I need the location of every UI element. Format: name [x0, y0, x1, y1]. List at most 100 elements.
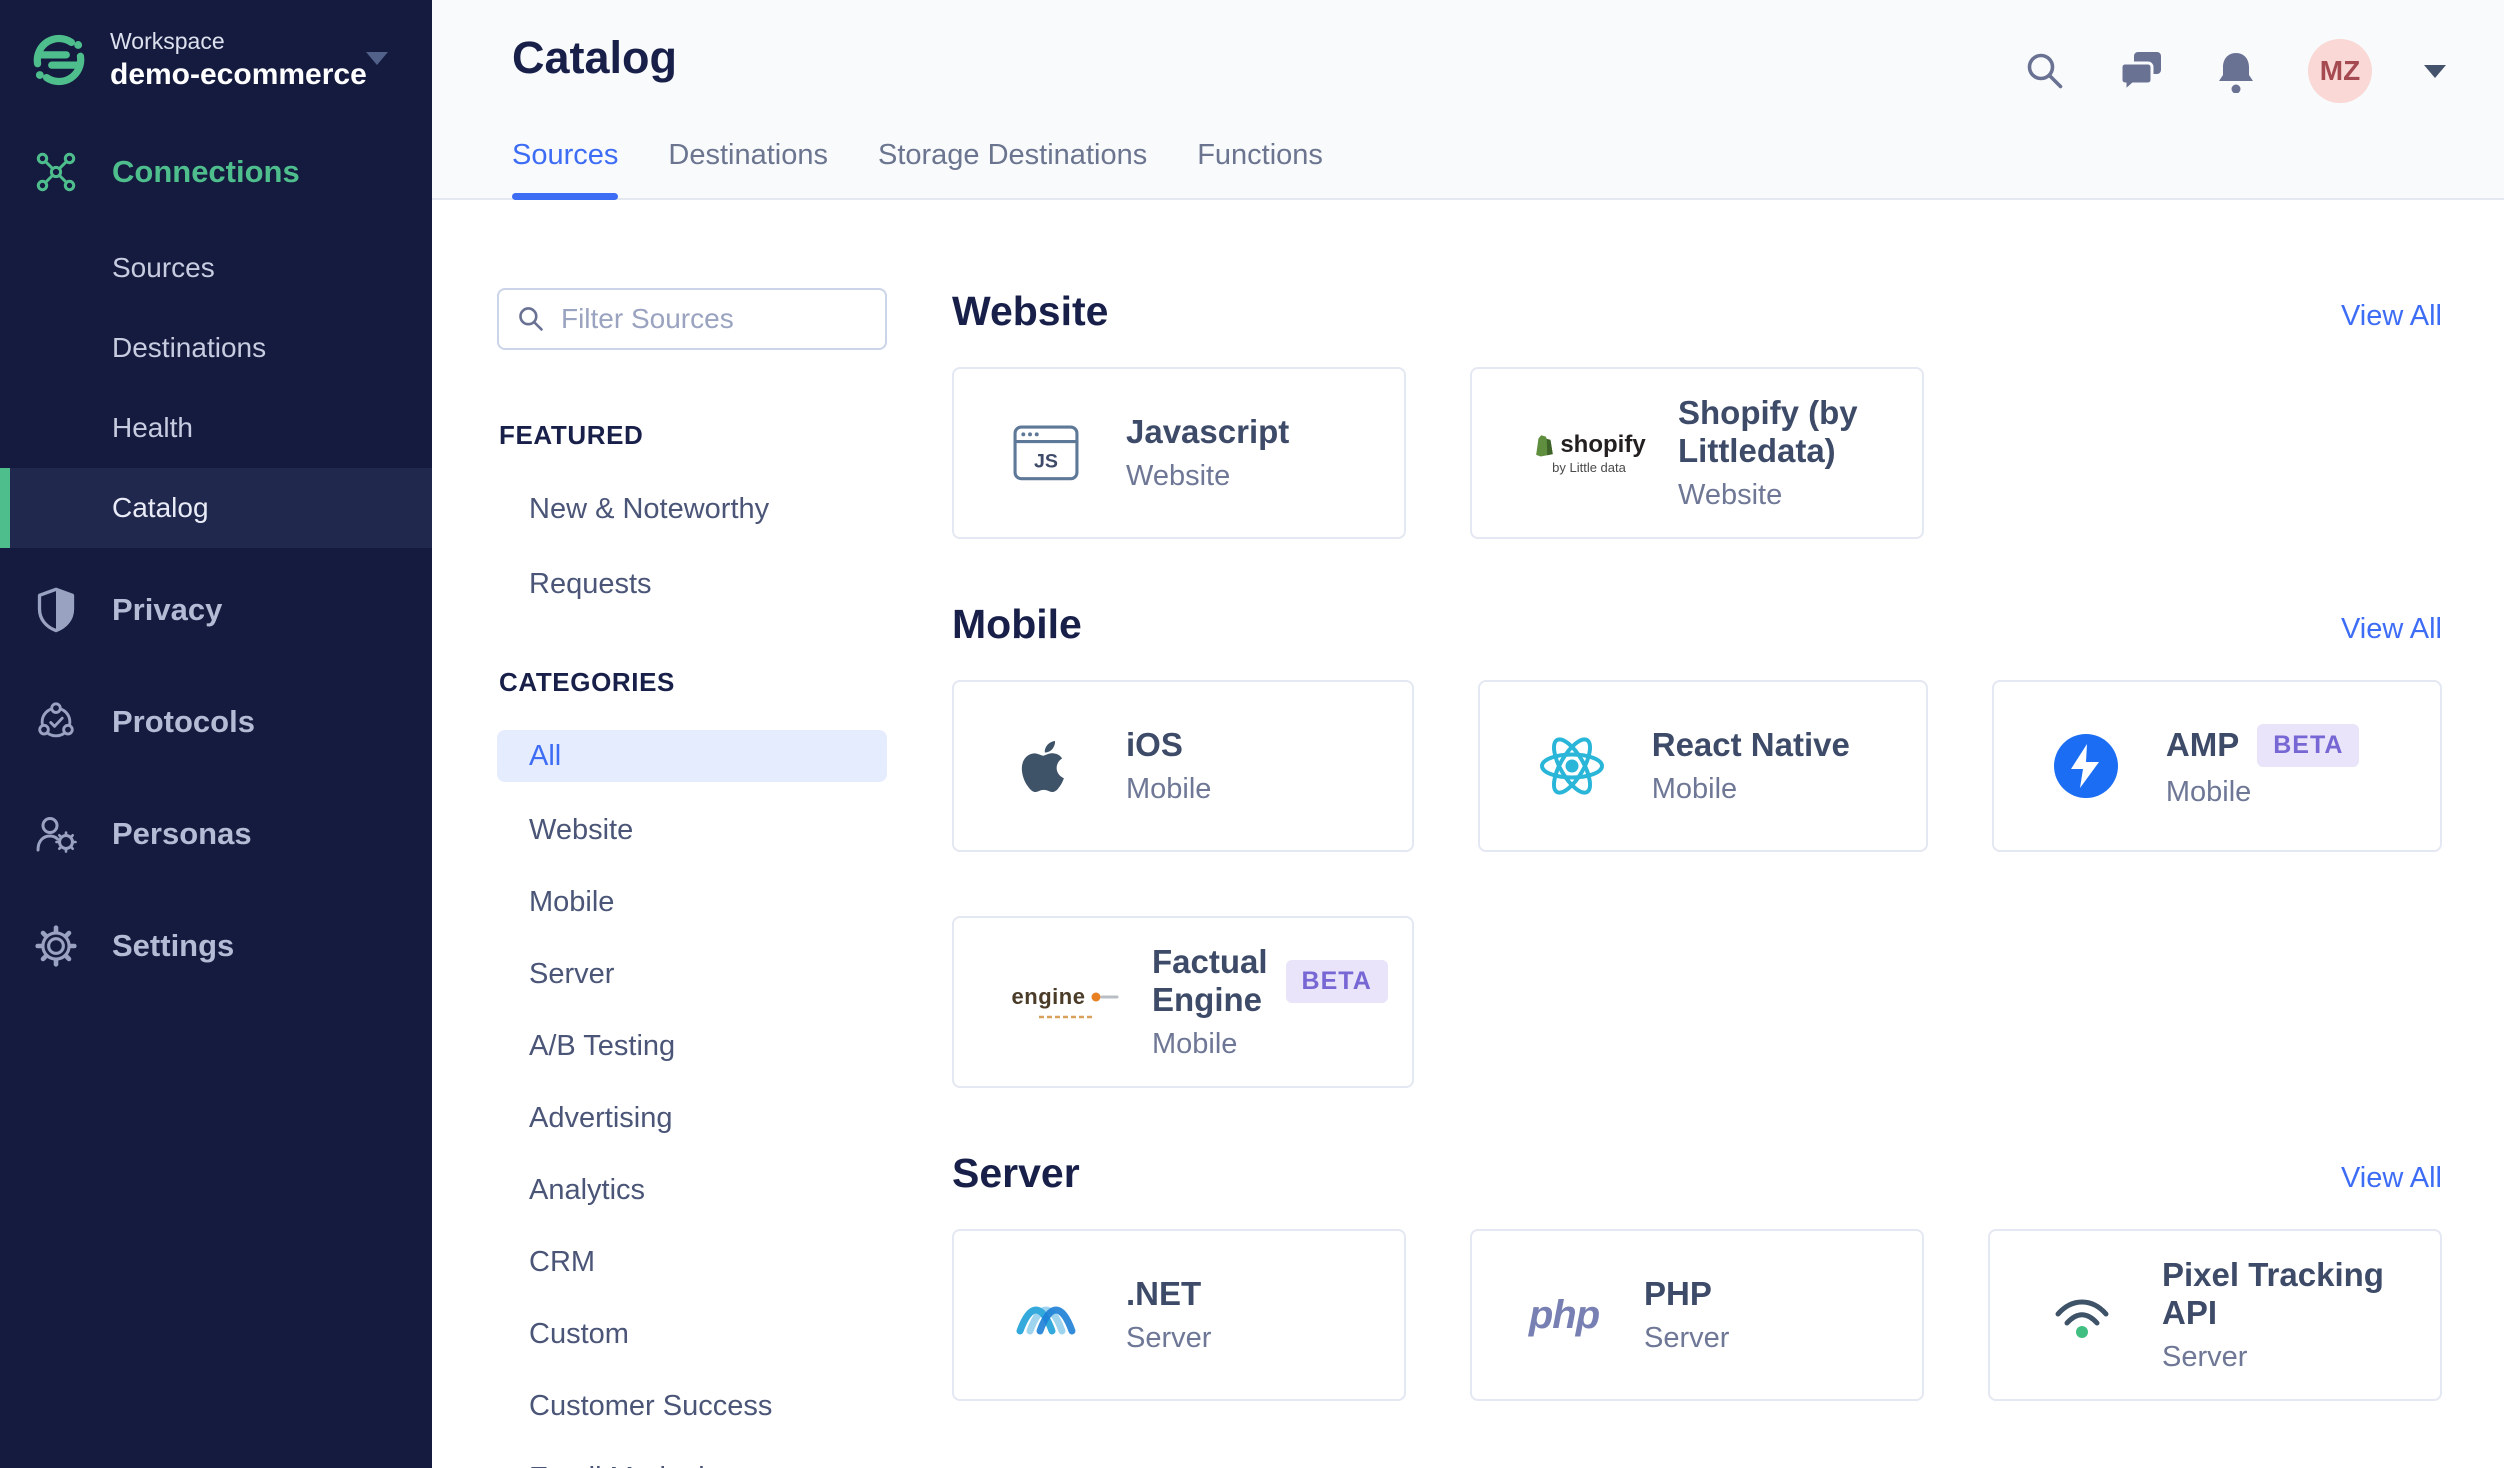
view-all-server-link[interactable]: View All	[2341, 1162, 2442, 1195]
card-text: Javascript Website	[1126, 413, 1289, 493]
search-button[interactable]	[2024, 50, 2066, 92]
card-text: iOS Mobile	[1126, 726, 1211, 806]
tab-functions[interactable]: Functions	[1197, 139, 1323, 198]
source-card-dotnet[interactable]: .NET Server	[952, 1229, 1406, 1401]
featured-item-requests[interactable]: Requests	[497, 568, 887, 601]
workspace-switcher[interactable]: Workspace demo-ecommerce	[0, 0, 432, 92]
source-card-ios[interactable]: iOS Mobile	[952, 680, 1414, 852]
topbar-actions: MZ	[2024, 38, 2446, 104]
protocols-icon	[38, 702, 74, 738]
connections-subnav: Sources Destinations Health Catalog	[0, 228, 432, 548]
gear-icon	[35, 925, 77, 967]
tab-destinations[interactable]: Destinations	[668, 139, 828, 198]
card-text: .NET Server	[1126, 1275, 1211, 1355]
category-email-marketing[interactable]: Email Marketing	[497, 1442, 887, 1468]
search-icon	[2027, 53, 2063, 89]
segment-logo-icon	[33, 34, 85, 86]
apple-logo-icon	[1006, 735, 1086, 798]
filter-sources-box	[497, 288, 887, 350]
source-card-factual-engine[interactable]: engine Factual Engine BETA Mobile	[952, 916, 1414, 1088]
card-category: Mobile	[1126, 773, 1212, 805]
workspace-name: demo-ecommerce	[110, 58, 367, 91]
card-title: PHP	[1644, 1275, 1712, 1312]
sidebar-item-connections[interactable]: Connections	[0, 132, 432, 212]
bell-icon	[2219, 53, 2253, 93]
view-all-website-link[interactable]: View All	[2341, 300, 2442, 333]
user-menu[interactable]: MZ	[2308, 39, 2372, 103]
sidebar-item-protocols[interactable]: Protocols	[0, 666, 432, 778]
featured-item-new-noteworthy[interactable]: New & Noteworthy	[497, 493, 887, 526]
category-website[interactable]: Website	[497, 794, 887, 866]
user-menu-caret[interactable]	[2424, 64, 2446, 78]
source-card-shopify[interactable]: shopify by Little data Shopify (by Littl…	[1470, 367, 1924, 539]
sidebar-item-settings[interactable]: Settings	[0, 890, 432, 1002]
card-category: Server	[2162, 1341, 2248, 1373]
source-card-javascript[interactable]: JS Javascript Website	[952, 367, 1406, 539]
beta-badge: BETA	[2257, 723, 2360, 767]
card-text: AMP BETA Mobile	[2165, 723, 2360, 809]
chat-button[interactable]	[2118, 49, 2164, 93]
card-category: Website	[1678, 479, 1783, 511]
javascript-logo-icon: JS	[1006, 424, 1086, 482]
svg-text:JS: JS	[1034, 450, 1058, 472]
source-card-react-native[interactable]: React Native Mobile	[1477, 680, 1928, 852]
notifications-button[interactable]	[2216, 49, 2256, 93]
section-website: Website View All JS Javascript Website s…	[952, 288, 2442, 539]
card-category: Mobile	[1152, 1028, 1238, 1060]
card-text: Factual Engine BETA Mobile	[1152, 943, 1388, 1061]
chevron-down-icon	[2424, 64, 2446, 78]
avatar: MZ	[2308, 39, 2372, 103]
category-custom[interactable]: Custom	[497, 1298, 887, 1370]
sidebar: Workspace demo-ecommerce Connections Sou…	[0, 0, 432, 1468]
category-all[interactable]: All	[497, 730, 887, 782]
category-customer-success[interactable]: Customer Success	[497, 1370, 887, 1442]
amp-logo-icon	[2046, 734, 2126, 798]
source-card-php[interactable]: php PHP Server	[1470, 1229, 1924, 1401]
featured-heading: FEATURED	[499, 420, 644, 450]
section-title: Server	[952, 1150, 1080, 1196]
factual-engine-logo-icon: engine	[1006, 984, 1126, 1020]
dotnet-logo-icon	[1006, 1291, 1086, 1339]
pixel-tracking-logo-icon	[2042, 1289, 2122, 1341]
categories-heading: CATEGORIES	[499, 667, 675, 697]
card-title: Pixel Tracking API	[2162, 1256, 2384, 1331]
card-title: AMP	[2165, 726, 2240, 763]
sidebar-item-label: Connections	[112, 154, 300, 189]
section-title: Mobile	[952, 601, 1082, 647]
category-ab-testing[interactable]: A/B Testing	[497, 1010, 887, 1082]
card-title: Shopify (by Littledata)	[1678, 394, 1858, 469]
sidebar-item-label: Settings	[112, 928, 235, 963]
card-title: .NET	[1126, 1275, 1202, 1312]
sidebar-item-health[interactable]: Health	[0, 388, 432, 468]
source-card-pixel-tracking-api[interactable]: Pixel Tracking API Server	[1988, 1229, 2442, 1401]
section-server: Server View All .NET Server php PHP Serv…	[952, 1150, 2442, 1401]
card-title: iOS	[1126, 726, 1183, 763]
category-analytics[interactable]: Analytics	[497, 1154, 887, 1226]
sidebar-item-privacy[interactable]: Privacy	[0, 554, 432, 666]
filter-panel: FEATURED New & Noteworthy Requests CATEG…	[497, 288, 887, 1468]
card-text: PHP Server	[1644, 1275, 1729, 1355]
sidebar-item-label: Protocols	[112, 704, 255, 739]
source-card-amp[interactable]: AMP BETA Mobile	[1991, 680, 2442, 852]
category-mobile[interactable]: Mobile	[497, 866, 887, 938]
content: FEATURED New & Noteworthy Requests CATEG…	[432, 200, 2504, 1468]
tab-sources[interactable]: Sources	[512, 139, 619, 200]
card-category: Website	[1126, 460, 1231, 492]
chat-icon	[2119, 52, 2161, 93]
php-logo-icon: php	[1528, 1292, 1600, 1337]
sidebar-item-sources[interactable]: Sources	[0, 228, 432, 308]
category-server[interactable]: Server	[497, 938, 887, 1010]
sidebar-item-label: Privacy	[112, 592, 223, 627]
sidebar-item-personas[interactable]: Personas	[0, 778, 432, 890]
app-window: Workspace demo-ecommerce Connections Sou…	[0, 0, 2504, 1468]
section-title: Website	[952, 288, 1109, 334]
category-advertising[interactable]: Advertising	[497, 1082, 887, 1154]
sidebar-item-destinations[interactable]: Destinations	[0, 308, 432, 388]
filter-sources-input[interactable]	[560, 303, 867, 335]
category-crm[interactable]: CRM	[497, 1226, 887, 1298]
page-title: Catalog	[512, 32, 678, 83]
tab-storage-destinations[interactable]: Storage Destinations	[878, 139, 1147, 198]
sidebar-item-catalog[interactable]: Catalog	[0, 468, 432, 548]
view-all-mobile-link[interactable]: View All	[2341, 613, 2442, 646]
shield-icon	[37, 587, 75, 632]
